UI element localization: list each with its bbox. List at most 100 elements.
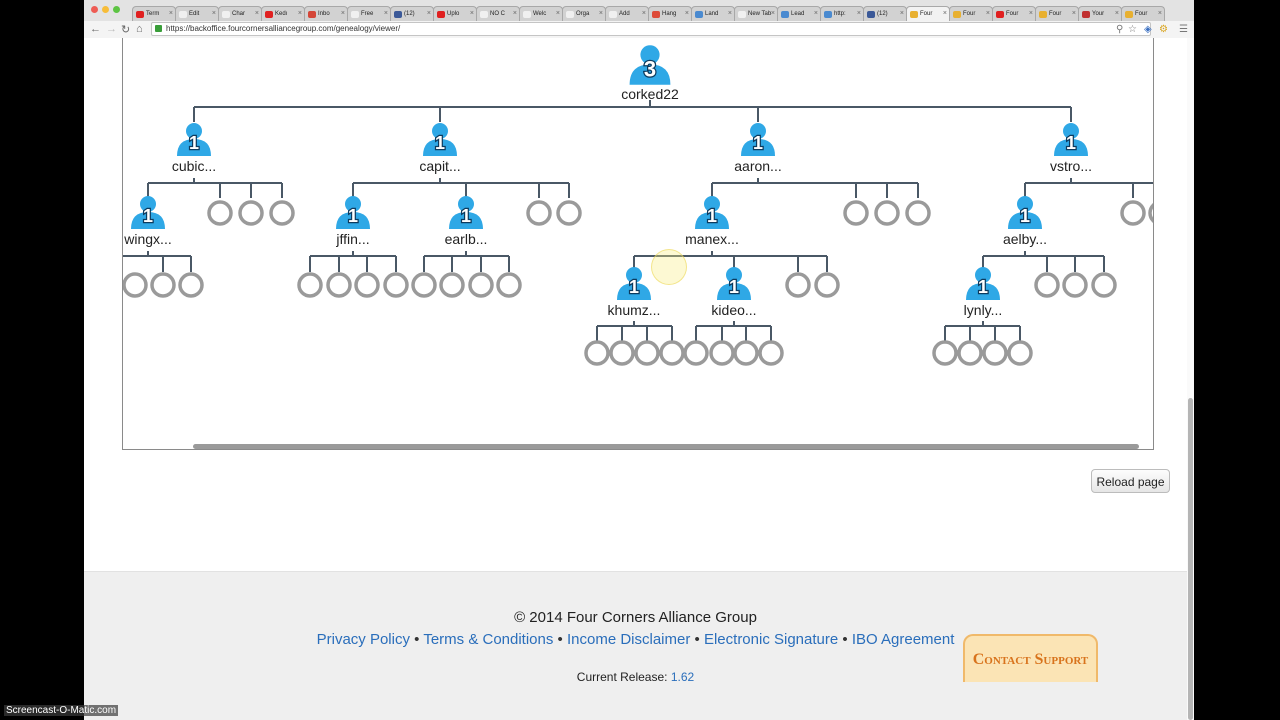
browser-tab[interactable]: http: × (820, 6, 864, 22)
tab-close-icon[interactable]: × (255, 10, 259, 17)
tab-close-icon[interactable]: × (900, 10, 904, 17)
browser-tab[interactable]: Welc × (519, 6, 563, 22)
address-bar[interactable]: https://backoffice.fourcornersalliancegr… (151, 22, 1151, 36)
member-node[interactable]: 1 vstro... (1050, 123, 1092, 174)
empty-slot-icon[interactable] (758, 340, 784, 366)
forward-arrow-icon[interactable]: → (106, 23, 117, 35)
empty-slot-icon[interactable] (905, 200, 931, 226)
browser-tab[interactable]: New Tab × (734, 6, 778, 22)
browser-tab[interactable]: (12) × (390, 6, 434, 22)
empty-slot-icon[interactable] (526, 200, 552, 226)
tab-close-icon[interactable]: × (1072, 10, 1076, 17)
browser-tab[interactable]: Hang × (648, 6, 692, 22)
empty-slot-icon[interactable] (584, 340, 610, 366)
browser-tab[interactable]: Free × (347, 6, 391, 22)
member-node[interactable]: 1 aaron... (734, 123, 782, 174)
scrollbar-thumb[interactable] (1188, 398, 1193, 720)
member-node[interactable]: 1 capit... (419, 123, 461, 174)
browser-tab[interactable]: Four × (1121, 6, 1165, 22)
contact-support-button[interactable]: Contact Support (963, 634, 1098, 682)
tab-close-icon[interactable]: × (986, 10, 990, 17)
empty-slot-icon[interactable] (150, 272, 176, 298)
empty-slot-icon[interactable] (1007, 340, 1033, 366)
browser-tab[interactable]: Land × (691, 6, 735, 22)
member-node[interactable]: 1 earlb... (445, 196, 488, 247)
browser-tab[interactable]: Term × (132, 6, 176, 22)
empty-slot-icon[interactable] (659, 340, 685, 366)
electronic-signature-link[interactable]: Electronic Signature (704, 631, 838, 648)
browser-tab[interactable]: Char × (218, 6, 262, 22)
browser-tab[interactable]: Uplo × (433, 6, 477, 22)
genealogy-viewer[interactable]: 3 corked22 1 cubic... 1 capit... 1 aaron... 1 vst… (122, 38, 1154, 450)
empty-slot-icon[interactable] (383, 272, 409, 298)
empty-slot-icon[interactable] (207, 200, 233, 226)
tab-close-icon[interactable]: × (1029, 10, 1033, 17)
tab-close-icon[interactable]: × (1115, 10, 1119, 17)
browser-tab[interactable]: Edit × (175, 6, 219, 22)
empty-slot-icon[interactable] (496, 272, 522, 298)
member-node[interactable]: 1 jffin... (335, 196, 370, 247)
horizontal-scrollbar[interactable] (193, 444, 1139, 449)
tab-close-icon[interactable]: × (599, 10, 603, 17)
tab-close-icon[interactable]: × (857, 10, 861, 17)
privacy-policy-link[interactable]: Privacy Policy (317, 631, 410, 648)
empty-slot-icon[interactable] (238, 200, 264, 226)
empty-slot-icon[interactable] (1091, 272, 1117, 298)
extension-icon[interactable]: ⚙ (1159, 24, 1168, 35)
member-node[interactable]: 1 kideo... (711, 267, 757, 318)
empty-slot-icon[interactable] (123, 272, 148, 298)
home-icon[interactable]: ⌂ (136, 23, 143, 35)
browser-tab[interactable]: Four × (992, 6, 1036, 22)
tab-close-icon[interactable]: × (470, 10, 474, 17)
search-icon[interactable]: ⚲ (1116, 24, 1123, 35)
tab-close-icon[interactable]: × (728, 10, 732, 17)
browser-tab[interactable]: Four × (949, 6, 993, 22)
empty-slot-icon[interactable] (556, 200, 582, 226)
empty-slot-icon[interactable] (982, 340, 1008, 366)
tab-close-icon[interactable]: × (642, 10, 646, 17)
empty-slot-icon[interactable] (1062, 272, 1088, 298)
empty-slot-icon[interactable] (785, 272, 811, 298)
empty-slot-icon[interactable] (439, 272, 465, 298)
empty-slot-icon[interactable] (609, 340, 635, 366)
empty-slot-icon[interactable] (411, 272, 437, 298)
empty-slot-icon[interactable] (634, 340, 660, 366)
empty-slot-icon[interactable] (683, 340, 709, 366)
ibo-agreement-link[interactable]: IBO Agreement (852, 631, 955, 648)
tab-close-icon[interactable]: × (298, 10, 302, 17)
extension-icon[interactable]: ◈ (1144, 24, 1152, 35)
tab-close-icon[interactable]: × (685, 10, 689, 17)
member-node[interactable]: 1 wingx... (123, 196, 172, 247)
empty-slot-icon[interactable] (1120, 200, 1146, 226)
browser-tab[interactable]: Orga × (562, 6, 606, 22)
reload-icon[interactable]: ↻ (121, 23, 130, 36)
tab-close-icon[interactable]: × (341, 10, 345, 17)
empty-slot-icon[interactable] (709, 340, 735, 366)
empty-slot-icon[interactable] (814, 272, 840, 298)
browser-tab[interactable]: Your × (1078, 6, 1122, 22)
empty-slot-icon[interactable] (957, 340, 983, 366)
tab-close-icon[interactable]: × (169, 10, 173, 17)
member-node[interactable]: 1 aelby... (1003, 196, 1047, 247)
menu-icon[interactable]: ☰ (1179, 24, 1188, 35)
member-node[interactable]: 3 corked22 (621, 45, 679, 102)
tab-close-icon[interactable]: × (771, 10, 775, 17)
back-arrow-icon[interactable]: ← (90, 23, 101, 35)
tab-close-icon[interactable]: × (384, 10, 388, 17)
empty-slot-icon[interactable] (326, 272, 352, 298)
tab-close-icon[interactable]: × (513, 10, 517, 17)
empty-slot-icon[interactable] (297, 272, 323, 298)
browser-tab[interactable]: Kedı × (261, 6, 305, 22)
reload-page-button[interactable]: Reload page (1091, 469, 1170, 493)
tab-close-icon[interactable]: × (556, 10, 560, 17)
bookmark-star-icon[interactable]: ☆ (1128, 24, 1137, 35)
browser-tab[interactable]: Four × (906, 6, 950, 22)
tab-close-icon[interactable]: × (427, 10, 431, 17)
release-version-link[interactable]: 1.62 (671, 670, 694, 684)
vertical-scrollbar[interactable] (1187, 38, 1194, 720)
empty-slot-icon[interactable] (843, 200, 869, 226)
tab-close-icon[interactable]: × (814, 10, 818, 17)
empty-slot-icon[interactable] (178, 272, 204, 298)
terms-link[interactable]: Terms & Conditions (423, 631, 553, 648)
empty-slot-icon[interactable] (874, 200, 900, 226)
